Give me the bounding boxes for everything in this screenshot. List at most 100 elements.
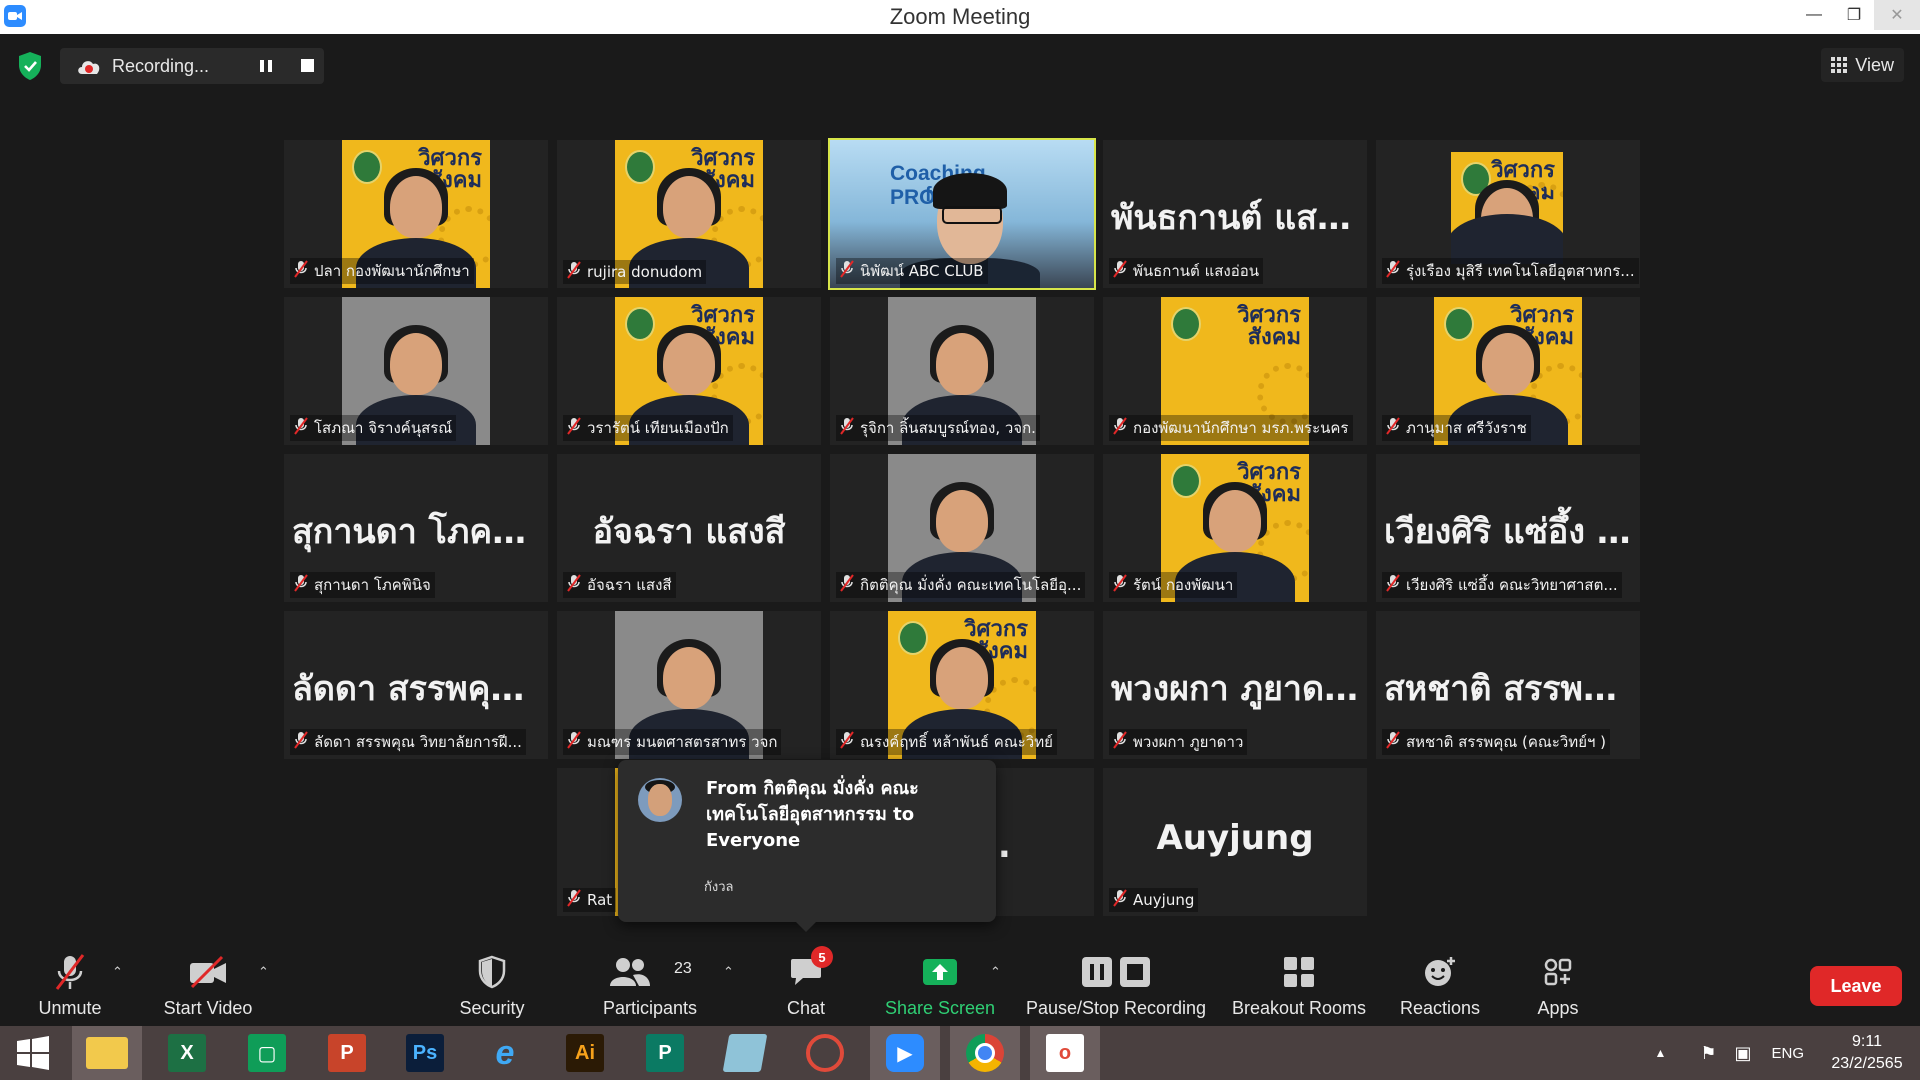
- participant-tile[interactable]: วิศวกร สังคม rujira donudom: [557, 140, 821, 288]
- publisher-taskbar-icon[interactable]: P: [630, 1026, 700, 1080]
- start-video-button[interactable]: Start Video: [158, 952, 258, 1022]
- participant-tile[interactable]: ลัดดา สรรพคุณ วิ... ลัดดา สรรพคุณ วิทยาลั…: [284, 611, 548, 759]
- stop-recording-icon[interactable]: [301, 59, 314, 72]
- participant-name-label: เวียงศิริ แซ่อึ้ง คณะวิทยาศาสต...: [1382, 572, 1622, 598]
- minimize-button[interactable]: —: [1794, 0, 1834, 30]
- participant-tile[interactable]: Auyjung Auyjung: [1103, 768, 1367, 916]
- participant-tile[interactable]: วิศวกร สังคม ภานุมาส ศรีวังราช: [1376, 297, 1640, 445]
- sender-avatar: [638, 778, 682, 822]
- unmute-button[interactable]: Unmute: [30, 952, 110, 1022]
- powerpoint-taskbar-icon[interactable]: P: [312, 1026, 382, 1080]
- participant-tile[interactable]: กิตติคุณ มั่งคั่ง คณะเทคโนโลยีอุ...: [830, 454, 1094, 602]
- apps-icon: [1543, 952, 1573, 992]
- participant-video: วิศวกรสังคม: [1451, 152, 1563, 264]
- zoom-app-icon[interactable]: [4, 5, 26, 27]
- zoom-taskbar-icon[interactable]: ▶: [870, 1026, 940, 1080]
- video-off-icon: [188, 952, 228, 992]
- share-options-caret-icon[interactable]: ⌃: [990, 964, 1001, 980]
- muted-mic-icon: [1113, 731, 1127, 753]
- view-button[interactable]: View: [1821, 48, 1904, 82]
- participants-button[interactable]: 23 Participants: [600, 952, 700, 1022]
- network-icon[interactable]: ▣: [1734, 1043, 1751, 1064]
- participant-tile[interactable]: วิศวกร สังคม ณรงค์ฤทธิ์ หล้าพันธ์ คณะวิทย์: [830, 611, 1094, 759]
- participant-tile[interactable]: Coaching PROGRAMforนิพัฒน์ ABC CLUB: [828, 138, 1096, 290]
- close-button[interactable]: ✕: [1874, 0, 1920, 30]
- start-button[interactable]: [0, 1026, 66, 1080]
- participant-tile[interactable]: วิศวกร สังคม รัตน์ กองพัฒนา: [1103, 454, 1367, 602]
- participant-tile[interactable]: รุจิกา ลิ้นสมบูรณ์ทอง, วจก.: [830, 297, 1094, 445]
- logo-mark: วิศวกรสังคม: [1237, 303, 1301, 350]
- muted-mic-icon: [1386, 417, 1400, 439]
- reactions-button[interactable]: Reactions: [1400, 952, 1480, 1022]
- encryption-shield-icon[interactable]: [17, 51, 43, 81]
- reactions-label: Reactions: [1399, 998, 1481, 1018]
- muted-mic-icon: [1113, 574, 1127, 596]
- chrome-taskbar-icon[interactable]: [950, 1026, 1020, 1080]
- share-screen-button[interactable]: Share Screen: [880, 952, 1000, 1022]
- cloud-recording-icon: [78, 61, 100, 74]
- chat-button[interactable]: 5 Chat: [766, 946, 846, 1022]
- grid-view-icon: [1831, 57, 1848, 73]
- participant-tile[interactable]: วิศวกร สังคม ปลา กองพัฒนานักศึกษา: [284, 140, 548, 288]
- share-screen-label: Share Screen: [884, 998, 996, 1018]
- photoshop-taskbar-icon[interactable]: Ps: [390, 1026, 460, 1080]
- participant-tile[interactable]: สหชาติ สรรพคุณ... สหชาติ สรรพคุณ (คณะวิทย…: [1376, 611, 1640, 759]
- participant-display-name: สุกานดา โภคพินิจ: [292, 512, 548, 552]
- participant-tile[interactable]: พวงผกา ภูยาดาว พวงผกา ภูยาดาว: [1103, 611, 1367, 759]
- participant-tile[interactable]: สุกานดา โภคพินิจ สุกานดา โภคพินิจ: [284, 454, 548, 602]
- audio-options-caret-icon[interactable]: ⌃: [112, 964, 123, 980]
- participant-name-label: พันธกานต์ แสงอ่อน: [1109, 258, 1263, 284]
- participant-tile[interactable]: พันธกานต์ แสงอ่อนพันธกานต์ แสงอ่อน: [1103, 140, 1367, 288]
- chat-sender-line: From กิตติคุณ มั่งคั่ง คณะเทคโนโลยีอุตสา…: [706, 778, 919, 851]
- excel-taskbar-icon[interactable]: X: [152, 1026, 222, 1080]
- participant-name-label: ปลา กองพัฒนานักศึกษา: [290, 258, 474, 284]
- university-emblem-icon: [1171, 307, 1201, 341]
- windows-logo-icon: [17, 1036, 49, 1070]
- clock-date: 23/2/2565: [1831, 1055, 1903, 1072]
- apps-button[interactable]: Apps: [1518, 952, 1598, 1022]
- chat-notification-popup[interactable]: From กิตติคุณ มั่งคั่ง คณะเทคโนโลยีอุตสา…: [618, 760, 996, 932]
- participant-tile[interactable]: เวียงศิริ แซ่อึ้ง ค... เวียงศิริ แซ่อึ้ง …: [1376, 454, 1640, 602]
- action-center-flag-icon[interactable]: ⚑: [1700, 1043, 1716, 1064]
- chat-message: กังวล: [704, 880, 734, 895]
- participant-tile[interactable]: วิศวกรสังคมรุ่งเรือง มุสิรี เทคโนโลยีอุต…: [1376, 140, 1640, 288]
- apps-label: Apps: [1537, 998, 1579, 1018]
- photoscape-taskbar-icon[interactable]: [790, 1026, 860, 1080]
- share-screen-icon: [921, 952, 959, 992]
- participant-tile[interactable]: วิศวกร สังคม กองพัฒนานักศึกษา มรภ.พระนคร: [1103, 297, 1367, 445]
- illustrator-taskbar-icon[interactable]: Ai: [550, 1026, 620, 1080]
- muted-mic-icon: [840, 260, 854, 282]
- participant-name-label: ณรงค์ฤทธิ์ หล้าพันธ์ คณะวิทย์: [836, 729, 1057, 755]
- breakout-rooms-button[interactable]: Breakout Rooms: [1230, 952, 1368, 1022]
- presenter-taskbar-icon[interactable]: o: [1030, 1026, 1100, 1080]
- store-taskbar-icon[interactable]: ▢: [232, 1026, 302, 1080]
- participant-tile[interactable]: โสภณา จิรางค์นุสรณ์: [284, 297, 548, 445]
- participant-name-label: รุจิกา ลิ้นสมบูรณ์ทอง, วจก.: [836, 415, 1040, 441]
- unmute-label: Unmute: [38, 998, 102, 1018]
- video-options-caret-icon[interactable]: ⌃: [258, 964, 269, 980]
- file-explorer-taskbar-icon[interactable]: [72, 1026, 142, 1080]
- notepad-taskbar-icon[interactable]: [710, 1026, 780, 1080]
- participant-tile[interactable]: อัจฉรา แสงสี อัจฉรา แสงสี: [557, 454, 821, 602]
- taskbar-clock[interactable]: 9:11 23/2/2565: [1814, 1031, 1920, 1075]
- security-label: Security: [459, 998, 525, 1018]
- participant-name-label: กิตติคุณ มั่งคั่ง คณะเทคโนโลยีอุ...: [836, 572, 1086, 598]
- pause-recording-icon[interactable]: [258, 58, 274, 74]
- windows-taskbar: X ▢ P Ps e Ai P ▶ o ▲ ⚑ ▣ ENG 9:11 23/2/…: [0, 1026, 1920, 1080]
- university-emblem-icon: [625, 150, 655, 184]
- participant-tile[interactable]: มณฑร มนตศาสตรสาทร วจก: [557, 611, 821, 759]
- pause-stop-recording-button[interactable]: Pause/Stop Recording: [1026, 952, 1206, 1022]
- internet-explorer-taskbar-icon[interactable]: e: [470, 1026, 540, 1080]
- participant-name: พวงผกา ภูยาดาว: [1133, 733, 1244, 751]
- participant-name: สหชาติ สรรพคุณ (คณะวิทย์ฯ ): [1406, 733, 1607, 751]
- participant-tile[interactable]: วิศวกร สังคม วรารัตน์ เทียนเมืองปัก: [557, 297, 821, 445]
- security-button[interactable]: Security: [452, 952, 532, 1022]
- participants-options-caret-icon[interactable]: ⌃: [723, 964, 734, 980]
- language-indicator[interactable]: ENG: [1771, 1045, 1804, 1062]
- participant-name: อัจฉรา แสงสี: [587, 576, 672, 594]
- meeting-top-bar: Recording... View: [0, 34, 1920, 94]
- participant-name: รัตน์ กองพัฒนา: [1133, 576, 1234, 594]
- restore-button[interactable]: ❐: [1834, 0, 1874, 30]
- leave-button[interactable]: Leave: [1810, 966, 1902, 1006]
- show-hidden-icons-icon[interactable]: ▲: [1654, 1046, 1666, 1060]
